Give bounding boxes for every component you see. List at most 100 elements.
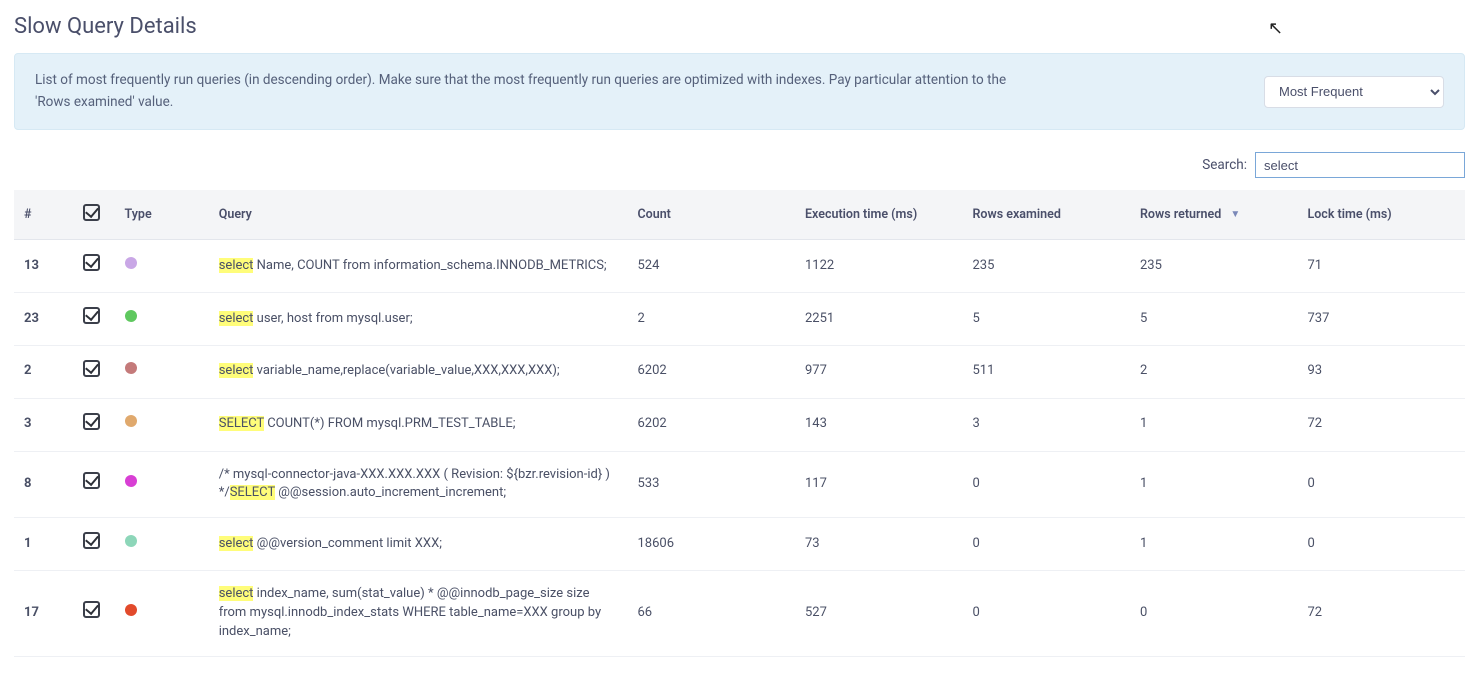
row-rows-ex: 511 (962, 345, 1130, 398)
table-header-row: # Type Query Count Execution time (ms) R… (14, 190, 1465, 240)
search-input[interactable] (1255, 152, 1465, 178)
row-query: select @@version_comment limit XXX; (209, 518, 628, 571)
row-lock: 737 (1297, 293, 1465, 346)
row-count: 6202 (627, 398, 795, 451)
row-lock: 0 (1297, 518, 1465, 571)
row-rows-ret: 235 (1130, 240, 1298, 293)
row-index: 13 (14, 240, 73, 293)
row-lock: 71 (1297, 240, 1465, 293)
row-query: SELECT COUNT(*) FROM mysql.PRM_TEST_TABL… (209, 398, 628, 451)
row-checkbox[interactable] (83, 532, 100, 549)
row-rows-ex: 0 (962, 518, 1130, 571)
table-row[interactable]: 23select user, host from mysql.user;2225… (14, 293, 1465, 346)
row-rows-ex: 0 (962, 571, 1130, 657)
row-index: 3 (14, 398, 73, 451)
row-type-cell (115, 571, 209, 657)
row-type-cell (115, 398, 209, 451)
row-checkbox-cell (73, 518, 115, 571)
row-type-cell (115, 518, 209, 571)
type-dot-icon (125, 604, 137, 616)
col-query[interactable]: Query (209, 190, 628, 240)
row-checkbox-cell (73, 293, 115, 346)
row-query: select Name, COUNT from information_sche… (209, 240, 628, 293)
row-count: 533 (627, 451, 795, 518)
type-dot-icon (125, 362, 137, 374)
col-lock[interactable]: Lock time (ms) (1297, 190, 1465, 240)
row-lock: 93 (1297, 345, 1465, 398)
type-dot-icon (125, 257, 137, 269)
row-query: select user, host from mysql.user; (209, 293, 628, 346)
row-index: 8 (14, 451, 73, 518)
row-type-cell (115, 240, 209, 293)
col-rows-ex[interactable]: Rows examined (962, 190, 1130, 240)
row-rows-ret: 1 (1130, 398, 1298, 451)
table-row[interactable]: 1 select @@version_comment limit XXX;1860… (14, 518, 1465, 571)
row-type-cell (115, 345, 209, 398)
sort-select[interactable]: Most Frequent (1264, 76, 1444, 108)
col-count[interactable]: Count (627, 190, 795, 240)
type-dot-icon (125, 475, 137, 487)
row-rows-ret: 1 (1130, 518, 1298, 571)
row-type-cell (115, 451, 209, 518)
type-dot-icon (125, 415, 137, 427)
search-row: Search: (14, 152, 1465, 178)
row-count: 524 (627, 240, 795, 293)
type-dot-icon (125, 535, 137, 547)
row-index: 23 (14, 293, 73, 346)
row-lock: 72 (1297, 571, 1465, 657)
search-label: Search: (1202, 157, 1247, 173)
row-rows-ex: 235 (962, 240, 1130, 293)
table-row[interactable]: 17 select index_name, sum(stat_value) * @… (14, 571, 1465, 657)
row-index: 2 (14, 345, 73, 398)
row-rows-ex: 5 (962, 293, 1130, 346)
sort-desc-icon: ▼ (1230, 209, 1240, 220)
row-rows-ret: 5 (1130, 293, 1298, 346)
col-checkbox[interactable] (73, 190, 115, 240)
row-exec: 117 (795, 451, 963, 518)
row-exec: 527 (795, 571, 963, 657)
table-row[interactable]: 2 select variable_name,replace(variable_v… (14, 345, 1465, 398)
row-exec: 1122 (795, 240, 963, 293)
select-all-checkbox[interactable] (83, 204, 100, 221)
row-rows-ex: 0 (962, 451, 1130, 518)
col-idx[interactable]: # (14, 190, 73, 240)
row-checkbox[interactable] (83, 360, 100, 377)
row-rows-ex: 3 (962, 398, 1130, 451)
page-title: Slow Query Details (14, 14, 1465, 39)
col-rows-ret[interactable]: Rows returned ▼ (1130, 190, 1298, 240)
query-table: # Type Query Count Execution time (ms) R… (14, 190, 1465, 656)
col-exec[interactable]: Execution time (ms) (795, 190, 963, 240)
row-exec: 977 (795, 345, 963, 398)
row-type-cell (115, 293, 209, 346)
row-checkbox[interactable] (83, 472, 100, 489)
row-checkbox-cell (73, 571, 115, 657)
row-checkbox[interactable] (83, 601, 100, 618)
row-rows-ret: 1 (1130, 451, 1298, 518)
row-query: /* mysql-connector-java-XXX.XXX.XXX ( Re… (209, 451, 628, 518)
row-query: select index_name, sum(stat_value) * @@i… (209, 571, 628, 657)
row-count: 18606 (627, 518, 795, 571)
table-row[interactable]: 8 /* mysql-connector-java-XXX.XXX.XXX ( R… (14, 451, 1465, 518)
type-dot-icon (125, 310, 137, 322)
row-index: 1 (14, 518, 73, 571)
row-checkbox-cell (73, 451, 115, 518)
row-lock: 72 (1297, 398, 1465, 451)
row-checkbox[interactable] (83, 254, 100, 271)
info-text: List of most frequently run queries (in … (35, 70, 1015, 113)
info-banner: List of most frequently run queries (in … (14, 53, 1465, 130)
row-exec: 73 (795, 518, 963, 571)
row-lock: 0 (1297, 451, 1465, 518)
col-type[interactable]: Type (115, 190, 209, 240)
table-row[interactable]: 3 SELECT COUNT(*) FROM mysql.PRM_TEST_TAB… (14, 398, 1465, 451)
row-rows-ret: 2 (1130, 345, 1298, 398)
col-rows-ret-label: Rows returned (1140, 207, 1221, 222)
row-index: 17 (14, 571, 73, 657)
row-rows-ret: 0 (1130, 571, 1298, 657)
row-checkbox[interactable] (83, 413, 100, 430)
row-checkbox-cell (73, 345, 115, 398)
row-count: 66 (627, 571, 795, 657)
row-checkbox[interactable] (83, 307, 100, 324)
row-checkbox-cell (73, 240, 115, 293)
row-query: select variable_name,replace(variable_va… (209, 345, 628, 398)
table-row[interactable]: 13 select Name, COUNT from information_sc… (14, 240, 1465, 293)
